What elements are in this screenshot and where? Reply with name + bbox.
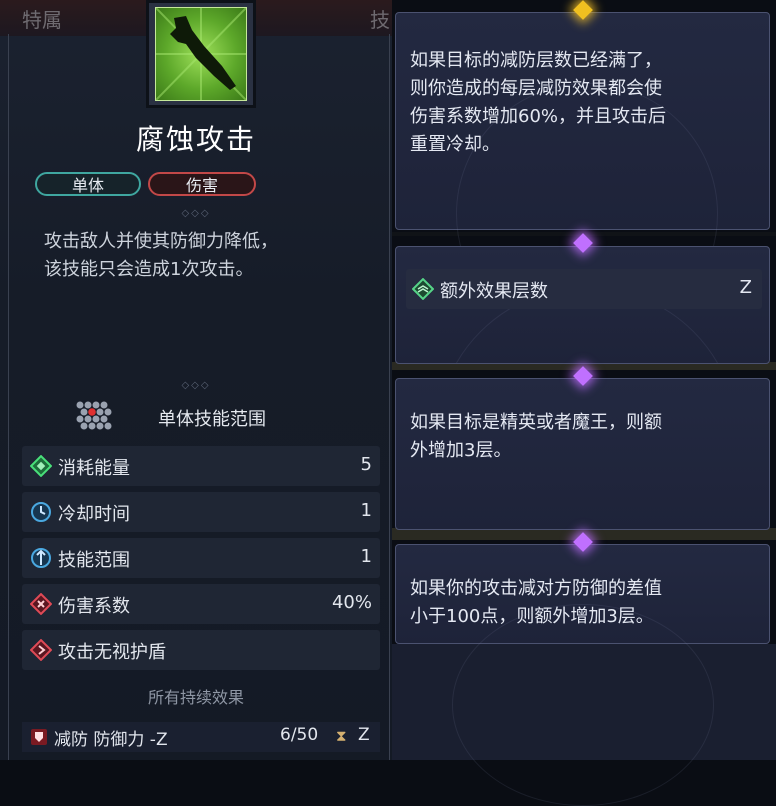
tag-damage: 伤害 [148,172,256,196]
skill-detail-panel: 特属 技 腐蚀攻击 单体 伤害 ◇◇◇ 攻击敌人并使其防御力降低， 该技能只会造… [0,0,392,760]
hex-grid-range-icon [76,401,112,430]
tab-traits[interactable]: 特属 [22,4,62,33]
skill-description: 攻击敌人并使其防御力降低， 该技能只会造成1次攻击。 [44,228,374,284]
cooldown-clock-icon [31,502,51,522]
energy-diamond-icon [30,455,52,477]
all-effects-heading: 所有持续效果 [147,688,244,707]
layers-icon [412,278,434,300]
buff-label: 减防 防御力 -Z [54,730,168,750]
corrosion-dagger-icon [155,7,247,101]
stat-value: 1 [360,500,372,521]
stat-label: 冷却时间 [58,504,130,525]
skill-icon-frame [146,0,256,108]
background-strip [392,604,776,806]
skill-name: 腐蚀攻击 [135,123,256,156]
stat-value: 1 [360,546,372,567]
range-label: 单体技能范围 [158,409,266,430]
ornament-divider: ◇◇◇ [181,208,211,219]
shield-pierce-icon [30,639,52,661]
tooltip-line: 如果你的攻击减对方防御的差值 [410,578,662,599]
stat-label: 攻击无视护盾 [58,642,166,663]
extra-stacks-value: Z [739,277,752,298]
tag-single-target: 单体 [35,172,141,196]
tooltip-line: 外增加3层。 [410,440,512,461]
buff-row-defense-down[interactable]: 减防 防御力 -Z 6/50 ⧗ Z [22,722,380,752]
description-line: 该技能只会造成1次攻击。 [44,259,254,280]
tooltip-line: 如果目标是精英或者魔王，则额 [410,412,662,433]
stat-cooldown: 冷却时间 1 [22,492,380,532]
tooltip-line: 重置冷却。 [410,134,500,155]
gold-gem-icon [572,0,593,20]
tooltip-text: 如果目标是精英或者魔王，则额 外增加3层。 [410,409,750,465]
stat-ignore-shield: 攻击无视护盾 [22,630,380,670]
rune-circle [452,604,714,806]
tooltip-text: 如果目标的减防层数已经满了， 则你造成的每层减防效果都会使 伤害系数增加60%，… [410,47,750,159]
tooltip-max-stacks: 如果目标的减防层数已经满了， 则你造成的每层减防效果都会使 伤害系数增加60%，… [395,0,770,345]
tooltip-line: 伤害系数增加60%，并且攻击后 [410,106,667,127]
stat-label: 消耗能量 [58,458,130,479]
damage-ratio-icon [30,593,52,615]
extra-stacks-row: 额外效果层数 Z [406,269,762,309]
stat-label: 伤害系数 [58,596,130,617]
tooltip-line: 则你造成的每层减防效果都会使 [410,78,662,99]
tooltip-line: 如果目标的减防层数已经满了， [410,50,662,71]
ornament-divider: ◇◇◇ [181,380,211,391]
hourglass-icon: ⧗ [336,727,347,745]
stat-label: 技能范围 [58,550,130,571]
stat-damage-ratio: 伤害系数 40% [22,584,380,624]
tooltip-elite-boss: 如果目标是精英或者魔王，则额 外增加3层。 [395,366,770,530]
extra-stacks-label: 额外效果层数 [440,281,548,302]
stat-value: 40% [331,592,372,613]
stat-value: 5 [360,454,372,475]
buff-turns: Z [358,725,370,745]
description-line: 攻击敌人并使其防御力降低， [44,231,278,252]
defense-down-icon [31,729,47,745]
tab-skills[interactable]: 技 [370,4,390,33]
stat-energy-cost: 消耗能量 5 [22,446,380,486]
buff-stack-count: 6/50 [280,725,319,745]
range-target-icon [31,548,51,568]
stat-skill-range: 技能范围 1 [22,538,380,578]
tooltip-extra-stacks: 额外效果层数 Z [395,246,770,364]
